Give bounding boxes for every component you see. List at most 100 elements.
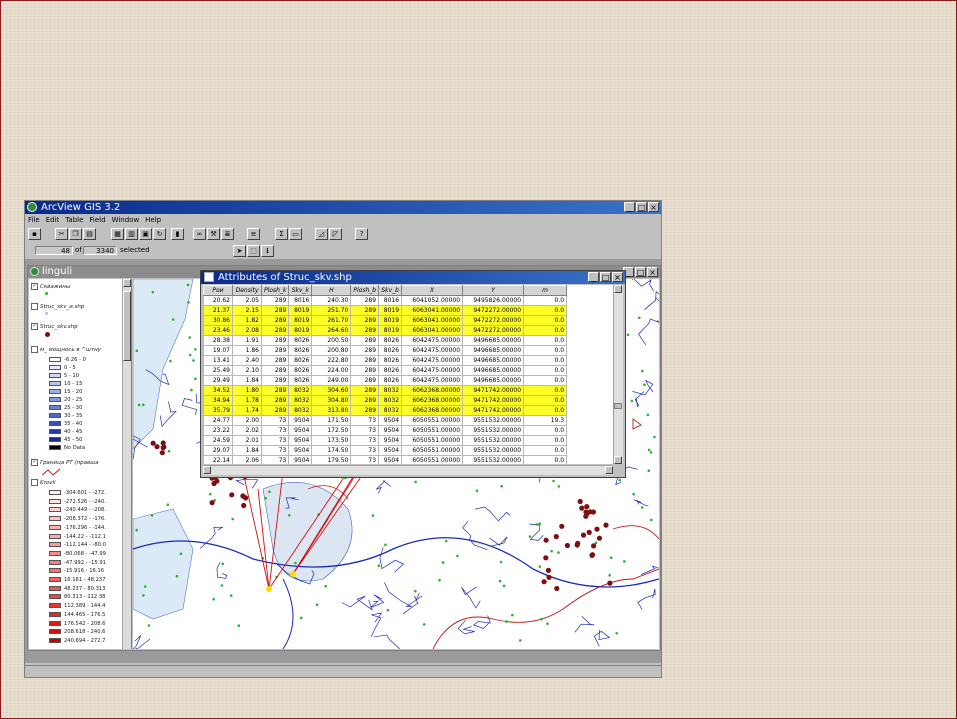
- table-cell[interactable]: 35.79: [203, 405, 233, 416]
- table-cell[interactable]: 73: [260, 455, 290, 464]
- table-cell[interactable]: 0.0: [523, 345, 568, 356]
- help-icon[interactable]: ?: [355, 228, 368, 240]
- table-cell[interactable]: 0.0: [523, 355, 568, 366]
- table-cell[interactable]: 73: [350, 435, 380, 446]
- table-cell[interactable]: 9496685.00000: [462, 345, 525, 356]
- table-cell[interactable]: 0.0: [523, 295, 568, 306]
- table-row[interactable]: 24.59 2.01 73 9504 173.50 73 9504 6050551.00000…: [203, 435, 568, 446]
- layer-boundary[interactable]: ✓ Граница РТ (правша: [31, 459, 99, 476]
- table-cell[interactable]: 22.14: [203, 455, 233, 464]
- table-cell[interactable]: 6050551.00000: [401, 445, 464, 456]
- table-cell[interactable]: 2.15: [232, 305, 262, 316]
- table-cell[interactable]: 289: [260, 335, 290, 346]
- table-cell[interactable]: 9496685.00000: [462, 365, 525, 376]
- table-cell[interactable]: 289: [260, 405, 290, 416]
- table-cell[interactable]: 6042475.00000: [401, 345, 464, 356]
- table-cell[interactable]: 172.50: [311, 425, 352, 436]
- table-cell[interactable]: 173.50: [311, 435, 352, 446]
- table-cell[interactable]: 8026: [378, 355, 403, 366]
- table-cell[interactable]: 289: [350, 375, 380, 386]
- table-cell[interactable]: 222.80: [311, 355, 352, 366]
- table-cell[interactable]: 1.84: [232, 445, 262, 456]
- table-cell[interactable]: 8026: [288, 355, 313, 366]
- table-cell[interactable]: 2.06: [232, 455, 262, 464]
- table-cell[interactable]: 200.50: [311, 335, 352, 346]
- table-cell[interactable]: 9551532.00000: [462, 445, 525, 456]
- menu-table[interactable]: Table: [65, 215, 83, 226]
- toc-scrollbar[interactable]: [122, 279, 131, 649]
- table-cell[interactable]: 2.00: [232, 415, 262, 426]
- cut-icon[interactable]: ✂: [55, 228, 68, 240]
- table-row[interactable]: 34.94 1.78 289 8032 304.80 289 8032 6062368.000…: [203, 395, 568, 406]
- table-cell[interactable]: 8026: [378, 345, 403, 356]
- table-cell[interactable]: 8026: [288, 335, 313, 346]
- table-cell[interactable]: 30.86: [203, 315, 233, 326]
- table-row[interactable]: 35.79 1.74 289 8032 313.80 289 8032 6062368.000…: [203, 405, 568, 416]
- column-header[interactable]: Density: [232, 285, 262, 296]
- table-row[interactable]: 24.77 2.00 73 9504 171.50 73 9504 6050551.00000…: [203, 415, 568, 426]
- query-icon[interactable]: ≡: [247, 228, 260, 240]
- table-cell[interactable]: 1.78: [232, 395, 262, 406]
- table-cell[interactable]: 9504: [288, 435, 313, 446]
- table-cell[interactable]: 289: [350, 355, 380, 366]
- table-icon[interactable]: ▦: [111, 228, 124, 240]
- layer-struc-skv[interactable]: ✓ Struc_skv.shp: [31, 323, 78, 337]
- table-cell[interactable]: 2.40: [232, 355, 262, 366]
- table-cell[interactable]: 289: [350, 325, 380, 336]
- table-cell[interactable]: 2.02: [232, 425, 262, 436]
- table-cell[interactable]: 8026: [288, 345, 313, 356]
- table-cell[interactable]: 73: [260, 425, 290, 436]
- table-cell[interactable]: 304.60: [311, 385, 352, 396]
- table-cell[interactable]: 9496685.00000: [462, 355, 525, 366]
- table-cell[interactable]: 0.0: [523, 455, 568, 464]
- sort-descending-icon[interactable]: ◸: [329, 228, 342, 240]
- table-cell[interactable]: 8019: [288, 315, 313, 326]
- table-cell[interactable]: 8026: [378, 375, 403, 386]
- table-row[interactable]: 19.07 1.86 289 8026 200.80 289 8026 6042475.000…: [203, 345, 568, 356]
- table-cell[interactable]: 0.0: [523, 435, 568, 446]
- layer-checkbox[interactable]: ✓: [31, 323, 38, 330]
- table-cell[interactable]: 34.94: [203, 395, 233, 406]
- table-cell[interactable]: 73: [260, 435, 290, 446]
- table-cell[interactable]: 23.46: [203, 325, 233, 336]
- table-cell[interactable]: 0.0: [523, 405, 568, 416]
- sigma-icon[interactable]: Σ: [275, 228, 288, 240]
- close-button[interactable]: ×: [648, 202, 659, 212]
- table-cell[interactable]: 8016: [378, 295, 403, 306]
- table-cell[interactable]: 304.80: [311, 395, 352, 406]
- table-cell[interactable]: 6050551.00000: [401, 455, 464, 464]
- table-cell[interactable]: 289: [350, 395, 380, 406]
- table-cell[interactable]: 8032: [378, 405, 403, 416]
- table-cell[interactable]: 240.30: [311, 295, 352, 306]
- table-cell[interactable]: 6062368.00000: [401, 405, 464, 416]
- table-row[interactable]: 25.49 2.10 289 8026 224.00 289 8026 6042475.000…: [203, 365, 568, 376]
- table-row[interactable]: 34.52 1.80 289 8032 304.60 289 8032 6062368.000…: [203, 385, 568, 396]
- table-cell[interactable]: 1.84: [232, 375, 262, 386]
- table-cell[interactable]: 0.0: [523, 425, 568, 436]
- table-cell[interactable]: 6042475.00000: [401, 365, 464, 376]
- layer-checkbox[interactable]: ✓: [31, 283, 38, 290]
- table-row[interactable]: 28.38 1.91 289 8026 200.50 289 8026 6042475.000…: [203, 335, 568, 346]
- attr-close-button[interactable]: ×: [612, 272, 623, 282]
- table-cell[interactable]: 1.82: [232, 315, 262, 326]
- scroll-thumb[interactable]: [614, 403, 622, 409]
- layer-checkbox[interactable]: [31, 479, 38, 486]
- table-cell[interactable]: 73: [260, 415, 290, 426]
- table-cell[interactable]: 8019: [378, 315, 403, 326]
- table-cell[interactable]: 9504: [378, 415, 403, 426]
- copy-icon[interactable]: ❐: [69, 228, 82, 240]
- menu-edit[interactable]: Edit: [46, 215, 60, 226]
- table-cell[interactable]: 6063041.00000: [401, 305, 464, 316]
- table-cell[interactable]: 29.07: [203, 445, 233, 456]
- column-header[interactable]: Skv_b: [378, 285, 403, 296]
- menu-file[interactable]: File: [28, 215, 40, 226]
- table-cell[interactable]: 0.0: [523, 305, 568, 316]
- table-cell[interactable]: 8032: [378, 385, 403, 396]
- scroll-left-arrow[interactable]: [203, 466, 211, 474]
- table-cell[interactable]: 0.0: [523, 365, 568, 376]
- attributes-titlebar[interactable]: Attributes of Struc_skv.shp _ □ ×: [201, 271, 625, 284]
- table-cell[interactable]: 21.37: [203, 305, 233, 316]
- table-row[interactable]: 23.46 2.08 289 8019 264.60 289 8019 6063041.000…: [203, 325, 568, 336]
- chart-icon[interactable]: ▮: [171, 228, 184, 240]
- field-icon[interactable]: ▭: [289, 228, 302, 240]
